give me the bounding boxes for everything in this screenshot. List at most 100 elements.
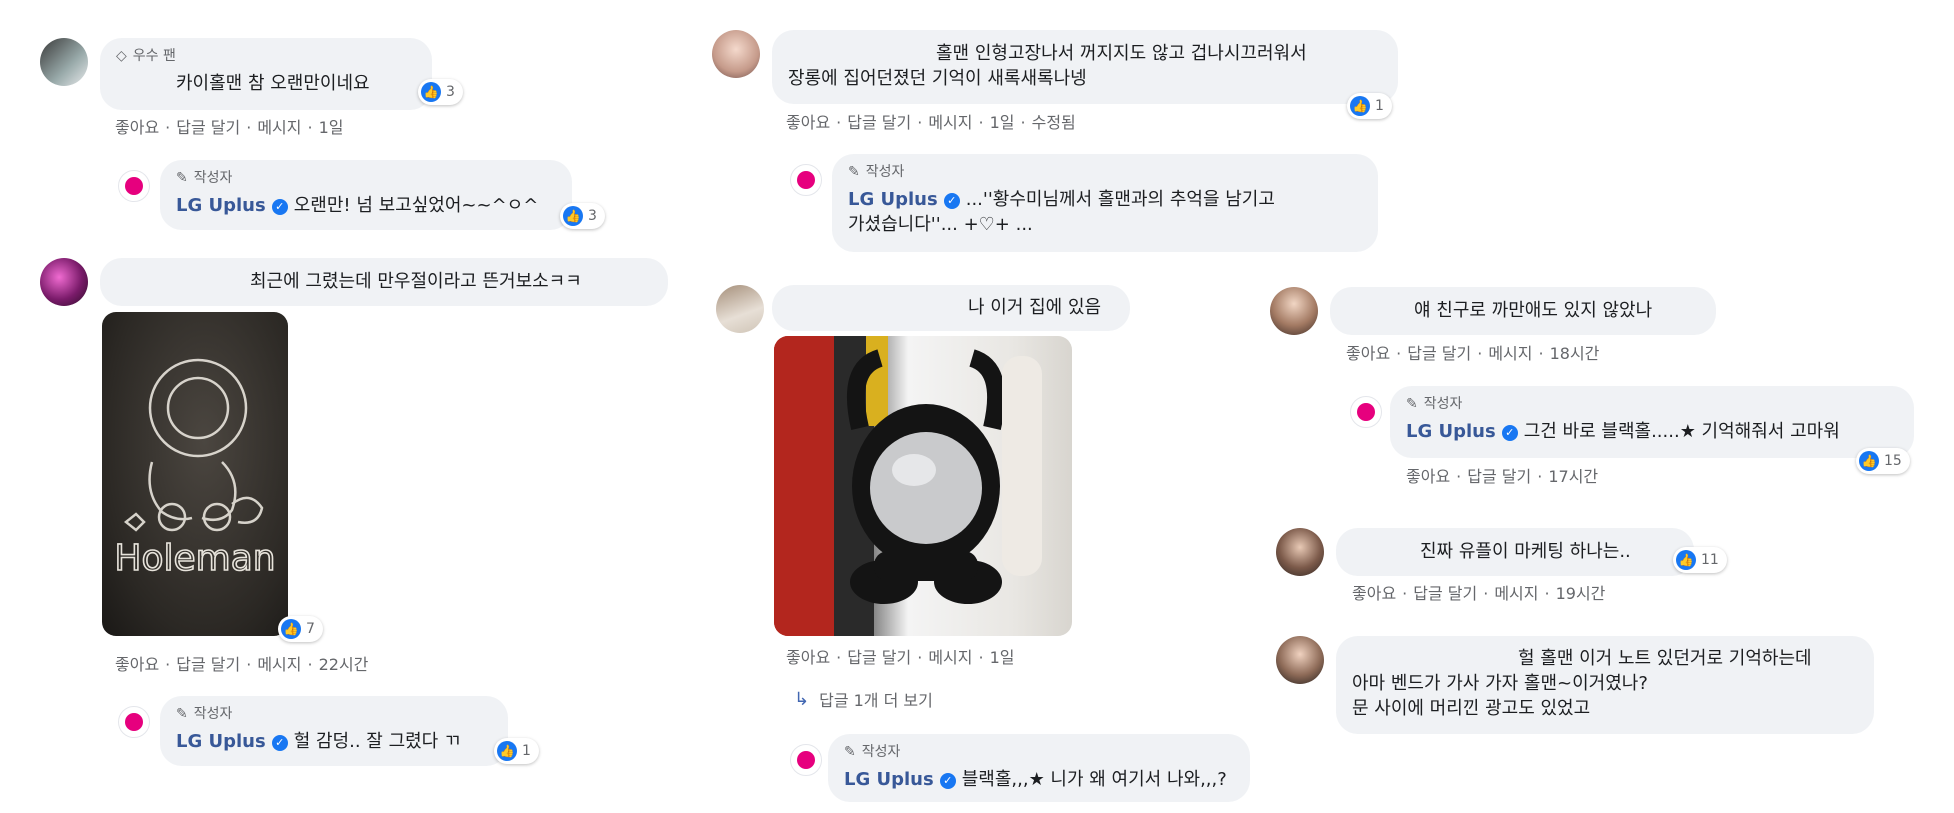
reply-text-line2: 가셨습니다''... +♡+ ... <box>848 214 1033 235</box>
comment-bubble: 나 이거 집에 있음 <box>772 285 1130 331</box>
page-avatar[interactable] <box>790 164 822 196</box>
view-more-replies[interactable]: ↳ 답글 1개 더 보기 <box>794 687 933 711</box>
reaction-count[interactable]: 👍 3 <box>418 79 463 105</box>
blackhole-figure <box>774 336 1042 636</box>
comment-actions: 좋아요 · 답글 달기 · 메시지 · 1일 <box>786 648 1015 667</box>
author-label: ✎ 작성자 <box>844 740 1234 765</box>
timestamp[interactable]: 17시간 <box>1548 467 1598 486</box>
message-link[interactable]: 메시지 <box>928 648 972 667</box>
commenter-avatar[interactable] <box>1276 636 1324 684</box>
reaction-count[interactable]: 👍 3 <box>560 203 605 229</box>
reaction-count[interactable]: 👍 1 <box>1347 93 1392 119</box>
lg-logo-icon <box>797 751 815 769</box>
like-reaction-icon: 👍 <box>1350 96 1370 116</box>
commenter-avatar[interactable] <box>40 38 88 86</box>
page-avatar[interactable] <box>1350 396 1382 428</box>
reply-text: 블랙홀,,,★ 니가 왜 여기서 나와,,,? <box>961 769 1227 790</box>
timestamp[interactable]: 1일 <box>990 648 1015 667</box>
reply-text-line1: ...''황수미님께서 홀맨과의 추억을 남기고 <box>965 189 1275 210</box>
comment-bubble: 홀맨 인형고장나서 꺼지지도 않고 겁나시끄러워서 장롱에 집어던졌던 기억이 … <box>772 30 1398 104</box>
message-link[interactable]: 메시지 <box>1494 584 1538 603</box>
edited-label[interactable]: 수정됨 <box>1032 113 1076 132</box>
timestamp[interactable]: 1일 <box>990 113 1015 132</box>
reply-link[interactable]: 답글 달기 <box>176 118 240 137</box>
comment-text: 나 이거 집에 있음 <box>968 297 1102 318</box>
pencil-icon: ✎ <box>176 706 188 722</box>
reply-link[interactable]: 답글 달기 <box>1413 584 1477 603</box>
reaction-count[interactable]: 👍 7 <box>278 616 323 642</box>
reply-link[interactable]: 답글 달기 <box>176 655 240 674</box>
like-reaction-icon: 👍 <box>1676 550 1696 570</box>
like-link[interactable]: 좋아요 <box>1346 344 1390 363</box>
like-link[interactable]: 좋아요 <box>1352 584 1396 603</box>
message-link[interactable]: 메시지 <box>928 113 972 132</box>
author-name[interactable]: LG Uplus <box>1406 421 1496 442</box>
message-link[interactable]: 메시지 <box>257 118 301 137</box>
reply-bubble: ✎ 작성자 LG Uplus ✓ 그건 바로 블랙홀.....★ 기억해줘서 고마워 <box>1390 386 1914 458</box>
pencil-icon: ✎ <box>848 164 860 180</box>
pencil-icon: ✎ <box>844 744 856 760</box>
timestamp[interactable]: 19시간 <box>1556 584 1606 603</box>
like-link[interactable]: 좋아요 <box>115 118 159 137</box>
reply-bubble: ✎ 작성자 LG Uplus ✓ 오랜만! 넘 보고싶었어~~^ㅇ^ <box>160 160 572 230</box>
verified-icon: ✓ <box>1501 425 1518 441</box>
message-link[interactable]: 메시지 <box>257 655 301 674</box>
timestamp[interactable]: 22시간 <box>319 655 369 674</box>
like-link[interactable]: 좋아요 <box>115 655 159 674</box>
reply-link[interactable]: 답글 달기 <box>1407 344 1471 363</box>
reply-link[interactable]: 답글 달기 <box>1467 467 1531 486</box>
comment-actions: 좋아요 · 답글 달기 · 메시지 · 1일 · 수정됨 <box>786 113 1076 132</box>
page-avatar[interactable] <box>118 170 150 202</box>
comment-bubble: 헐 홀맨 이거 노트 있던거로 기억하는데 아마 벤드가 가사 가자 홀맨~이거… <box>1336 636 1874 734</box>
pencil-icon: ✎ <box>176 170 188 186</box>
commenter-avatar[interactable] <box>40 258 88 306</box>
commenter-avatar[interactable] <box>1276 528 1324 576</box>
author-label: ✎ 작성자 <box>176 166 556 191</box>
reaction-count[interactable]: 👍 15 <box>1856 448 1910 474</box>
photo-caption: Holeman <box>114 538 275 579</box>
comment-actions: 좋아요 · 답글 달기 · 메시지 · 22시간 <box>115 655 369 674</box>
comment-actions: 좋아요 · 답글 달기 · 메시지 · 18시간 <box>1346 344 1600 363</box>
like-reaction-icon: 👍 <box>281 619 301 639</box>
like-reaction-icon: 👍 <box>1859 451 1879 471</box>
comment-bubble: ◇ 우수 팬 카이홀맨 참 오랜만이네요 <box>100 38 432 110</box>
comment-text-line1: 헐 홀맨 이거 노트 있던거로 기억하는데 <box>1518 648 1812 669</box>
timestamp[interactable]: 18시간 <box>1550 344 1600 363</box>
author-name[interactable]: LG Uplus <box>844 769 934 790</box>
reply-arrow-icon: ↳ <box>794 688 810 710</box>
like-link[interactable]: 좋아요 <box>1406 467 1450 486</box>
author-label: ✎ 작성자 <box>1406 392 1898 417</box>
reply-link[interactable]: 답글 달기 <box>847 648 911 667</box>
comment-actions: 좋아요 · 답글 달기 · 메시지 · 1일 <box>115 118 344 137</box>
commenter-avatar[interactable] <box>1270 287 1318 335</box>
lg-logo-icon <box>125 713 143 731</box>
author-name[interactable]: LG Uplus <box>176 195 266 216</box>
top-fan-badge: ◇ 우수 팬 <box>116 44 416 69</box>
commenter-avatar[interactable] <box>716 285 764 333</box>
author-name[interactable]: LG Uplus <box>176 731 266 752</box>
reaction-count[interactable]: 👍 1 <box>494 738 539 764</box>
comment-text-line2: 아마 벤드가 가사 가자 홀맨~이거였나? <box>1352 673 1648 694</box>
reply-bubble: ✎ 작성자 LG Uplus ✓ 헐 감덩.. 잘 그렸다 ㄲ <box>160 696 508 766</box>
verified-icon: ✓ <box>271 199 288 215</box>
like-link[interactable]: 좋아요 <box>786 113 830 132</box>
reaction-count[interactable]: 👍 11 <box>1673 547 1727 573</box>
comment-photo[interactable]: Holeman <box>102 312 288 636</box>
timestamp[interactable]: 1일 <box>319 118 344 137</box>
reply-link[interactable]: 답글 달기 <box>847 113 911 132</box>
reply-text: 그건 바로 블랙홀.....★ 기억해줘서 고마워 <box>1523 421 1840 442</box>
commenter-avatar[interactable] <box>712 30 760 78</box>
comment-photo[interactable] <box>774 336 1072 636</box>
author-name[interactable]: LG Uplus <box>848 189 938 210</box>
message-link[interactable]: 메시지 <box>1488 344 1532 363</box>
like-link[interactable]: 좋아요 <box>786 648 830 667</box>
comment-actions: 좋아요 · 답글 달기 · 17시간 <box>1406 467 1599 486</box>
verified-icon: ✓ <box>939 773 956 789</box>
like-reaction-icon: 👍 <box>497 741 517 761</box>
page-avatar[interactable] <box>790 744 822 776</box>
reply-bubble: ✎ 작성자 LG Uplus ✓ 블랙홀,,,★ 니가 왜 여기서 나와,,,? <box>828 734 1250 802</box>
comment-text: 최근에 그렸는데 만우절이라고 뜬거보소ㅋㅋ <box>250 271 582 292</box>
comment-bubble: 진짜 유플이 마케팅 하나는.. <box>1336 528 1694 576</box>
page-avatar[interactable] <box>118 706 150 738</box>
lg-logo-icon <box>1357 403 1375 421</box>
